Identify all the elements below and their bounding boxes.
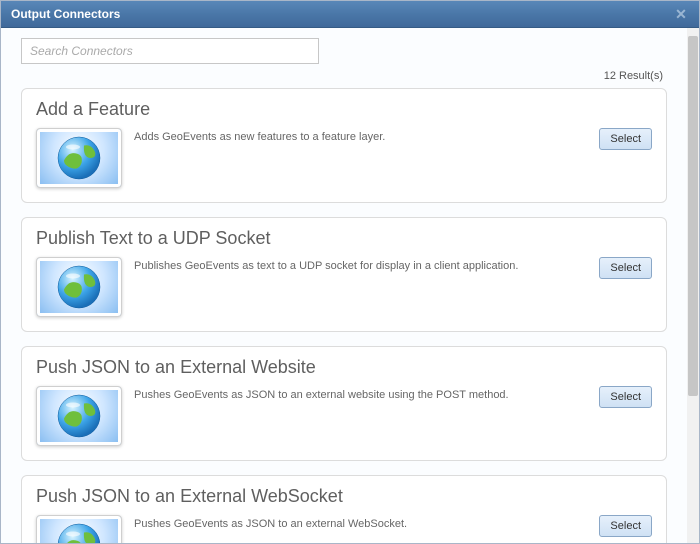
select-button[interactable]: Select [599, 257, 652, 279]
select-button[interactable]: Select [599, 515, 652, 537]
scrollbar-thumb[interactable] [688, 36, 698, 396]
connector-title: Push JSON to an External WebSocket [36, 486, 652, 507]
connector-card: Add a Feature [21, 88, 667, 203]
connector-card: Push JSON to an External WebSocket Pushe… [21, 475, 667, 543]
globe-icon [36, 128, 122, 188]
connector-desc: Publishes GeoEvents as text to a UDP soc… [134, 257, 587, 273]
result-count: 12 Result(s) [21, 70, 663, 82]
dialog-body: 12 Result(s) Add a Feature [1, 28, 699, 543]
select-button[interactable]: Select [599, 128, 652, 150]
select-button[interactable]: Select [599, 386, 652, 408]
connector-desc: Pushes GeoEvents as JSON to an external … [134, 386, 587, 402]
connector-desc: Adds GeoEvents as new features to a feat… [134, 128, 587, 144]
scroll-content: 12 Result(s) Add a Feature [1, 28, 687, 543]
connector-title: Publish Text to a UDP Socket [36, 228, 652, 249]
connector-card: Push JSON to an External Website Pushes … [21, 346, 667, 461]
globe-icon [36, 257, 122, 317]
connector-card: Publish Text to a UDP Socket Publishes G… [21, 217, 667, 332]
close-icon[interactable]: ✕ [673, 6, 689, 22]
search-input[interactable] [21, 38, 319, 64]
search-row [21, 38, 667, 64]
globe-icon [36, 386, 122, 446]
globe-icon [36, 515, 122, 543]
title-bar: Output Connectors ✕ [1, 1, 699, 28]
connector-title: Add a Feature [36, 99, 652, 120]
connector-desc: Pushes GeoEvents as JSON to an external … [134, 515, 587, 531]
output-connectors-dialog: Output Connectors ✕ 12 Result(s) Add a F… [0, 0, 700, 544]
dialog-title: Output Connectors [11, 7, 673, 21]
connector-title: Push JSON to an External Website [36, 357, 652, 378]
scrollbar[interactable] [687, 28, 699, 543]
